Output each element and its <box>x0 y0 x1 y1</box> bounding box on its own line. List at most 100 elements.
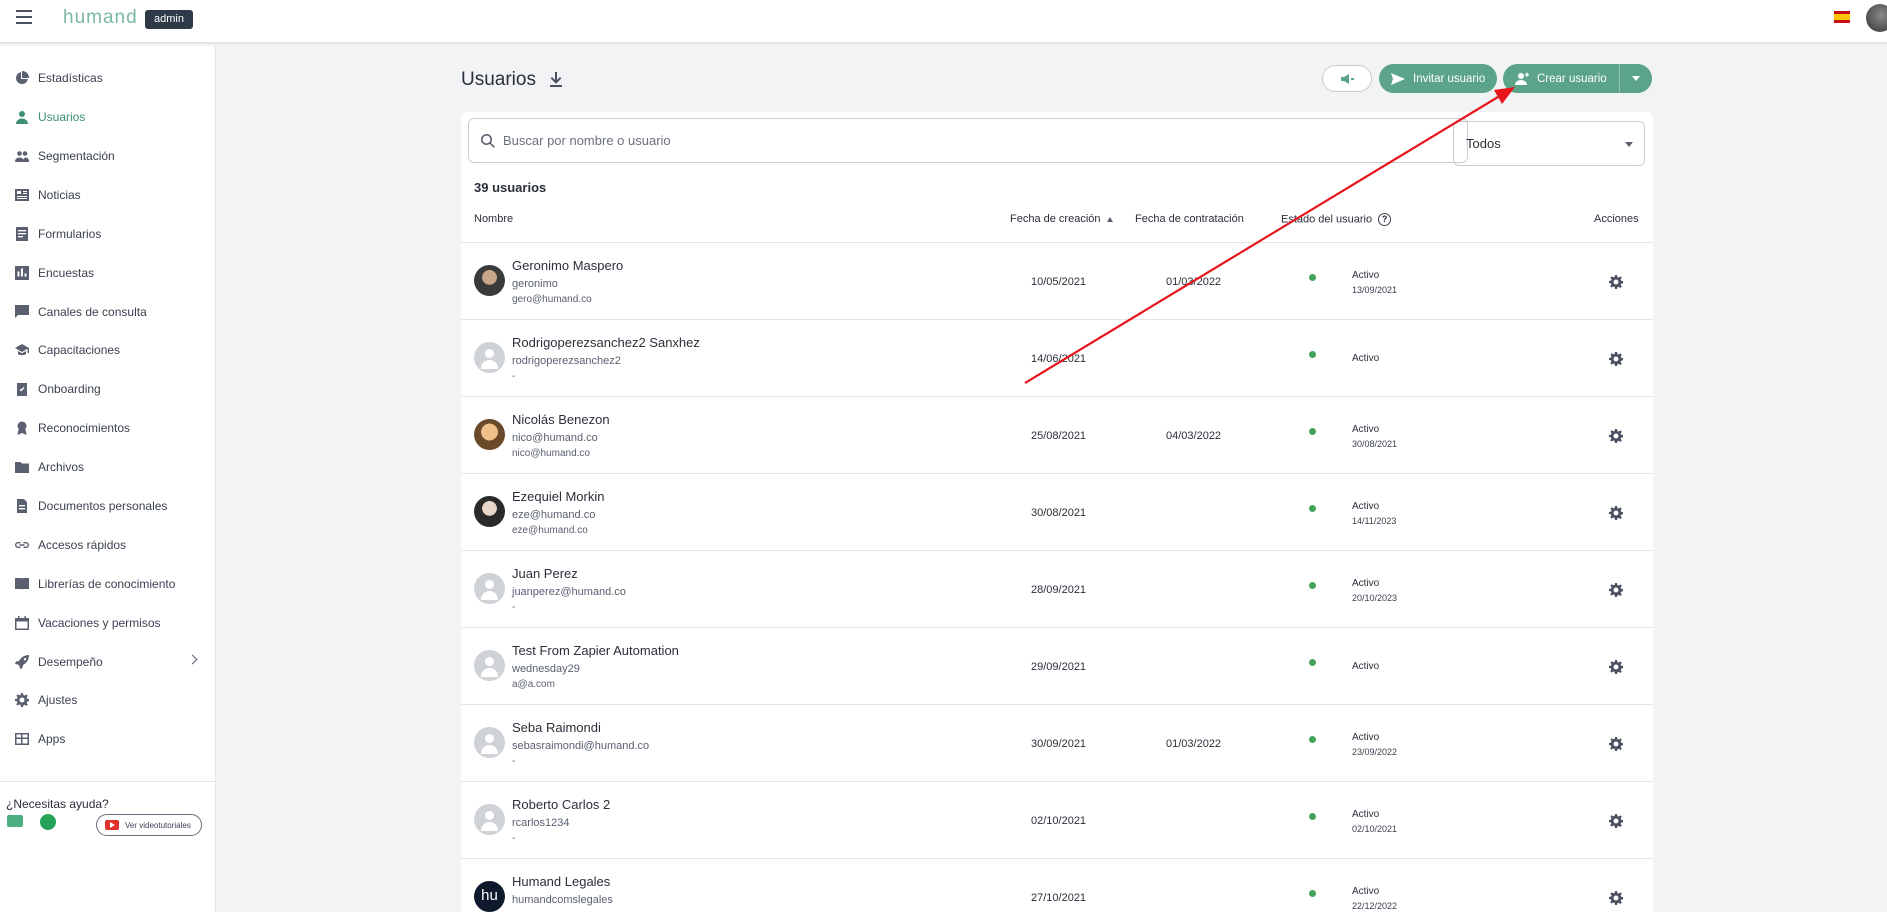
page-title: Usuarios <box>461 69 536 90</box>
help-icon[interactable]: ? <box>1378 213 1392 226</box>
user-username: eze@humand.co <box>512 509 596 521</box>
create-user-button[interactable]: Crear usuario <box>1503 64 1619 93</box>
sidebar-item-label: Librerías de conocimiento <box>38 577 176 591</box>
sidebar-item-label: Noticias <box>38 188 81 202</box>
mail-icon[interactable] <box>7 815 23 827</box>
avatar[interactable] <box>474 650 505 681</box>
avatar[interactable] <box>474 804 505 835</box>
user-email: nico@humand.co <box>512 448 590 459</box>
sidebar-item-capacitaciones[interactable]: Capacitaciones <box>0 335 216 365</box>
user-name[interactable]: Humand Legales <box>512 874 610 889</box>
user-avatar[interactable] <box>1866 4 1887 32</box>
row-settings-gear-icon[interactable] <box>1609 506 1624 520</box>
sidebar-item-segmentacion[interactable]: Segmentación <box>0 141 216 171</box>
spain-flag-icon[interactable] <box>1834 11 1850 23</box>
sidebar-item-label: Accesos rápidos <box>38 538 127 552</box>
creation-date: 28/09/2021 <box>1031 584 1087 596</box>
row-settings-gear-icon[interactable] <box>1609 429 1624 443</box>
sidebar-item-documentos-personales[interactable]: Documentos personales <box>0 491 216 521</box>
video-tutorials-button[interactable]: Ver videotutoriales <box>96 814 202 836</box>
creation-date: 14/06/2021 <box>1031 353 1087 365</box>
column-header-created[interactable]: Fecha de creación <box>1010 213 1113 225</box>
user-name[interactable]: Juan Perez <box>512 566 578 581</box>
sidebar-item-apps[interactable]: Apps <box>0 724 216 754</box>
humand-logo[interactable]: humand <box>63 7 138 29</box>
hamburger-menu-icon[interactable] <box>16 10 32 24</box>
invite-user-label: Invitar usuario <box>1413 72 1486 85</box>
sidebar-item-formularios[interactable]: Formularios <box>0 219 216 249</box>
avatar[interactable] <box>474 496 505 527</box>
sidebar-divider <box>0 781 216 782</box>
avatar[interactable] <box>474 573 505 604</box>
table-row[interactable]: Juan Perez juanperez@humand.co - 28/09/2021… <box>461 550 1653 627</box>
users-card: Todos 39 usuarios Nombre Fecha de creaci… <box>461 112 1653 912</box>
column-header-status[interactable]: Estado del usuario? <box>1281 213 1392 226</box>
download-icon[interactable] <box>549 71 563 87</box>
column-header-name[interactable]: Nombre <box>474 213 513 225</box>
avatar[interactable] <box>474 342 505 373</box>
table-row[interactable]: hu Humand Legales humandcomslegales 27/10/2… <box>461 858 1653 912</box>
hire-date: 01/03/2022 <box>1166 276 1222 288</box>
user-username: humandcomslegales <box>512 894 613 906</box>
sidebar-item-noticias[interactable]: Noticias <box>0 180 216 210</box>
row-settings-gear-icon[interactable] <box>1609 583 1624 597</box>
sidebar-item-label: Canales de consulta <box>38 305 147 319</box>
table-row[interactable]: Test From Zapier Automation wednesday29 a@… <box>461 627 1653 704</box>
row-settings-gear-icon[interactable] <box>1609 275 1624 289</box>
avatar[interactable] <box>474 727 505 758</box>
sidebar-item-canales-de-consulta[interactable]: Canales de consulta <box>0 297 216 327</box>
column-header-created-label: Fecha de creación <box>1010 213 1101 225</box>
table-row[interactable]: Rodrigoperezsanchez2 Sanxhez rodrigoperez… <box>461 319 1653 396</box>
user-username: sebasraimondi@humand.co <box>512 740 650 752</box>
table-row[interactable]: Roberto Carlos 2 rcarlos1234 - 02/10/2021 Ac… <box>461 781 1653 858</box>
user-name[interactable]: Ezequiel Morkin <box>512 489 605 504</box>
row-settings-gear-icon[interactable] <box>1609 352 1624 366</box>
status-filter-select[interactable]: Todos <box>1453 121 1645 166</box>
row-settings-gear-icon[interactable] <box>1609 737 1624 751</box>
row-settings-gear-icon[interactable] <box>1609 891 1624 905</box>
invite-user-button[interactable]: Invitar usuario <box>1379 64 1497 93</box>
user-email: - <box>512 602 516 613</box>
status-date: 13/09/2021 <box>1352 285 1398 295</box>
table-row[interactable]: Geronimo Maspero geronimo gero@humand.co 10… <box>461 242 1653 319</box>
sidebar-item-accesos-rapidos[interactable]: Accesos rápidos <box>0 530 216 560</box>
status-label: Activo <box>1352 501 1380 512</box>
sidebar-item-ajustes[interactable]: Ajustes <box>0 685 216 715</box>
row-settings-gear-icon[interactable] <box>1609 814 1624 828</box>
sidebar-item-estadisticas[interactable]: Estadísticas <box>0 63 216 93</box>
user-name[interactable]: Test From Zapier Automation <box>512 643 679 658</box>
create-user-dropdown-button[interactable] <box>1619 64 1652 93</box>
chevron-right-icon <box>187 654 198 665</box>
row-settings-gear-icon[interactable] <box>1609 660 1624 674</box>
table-row[interactable]: Nicolás Benezon nico@humand.co nico@humand… <box>461 396 1653 473</box>
sidebar-item-librerias-de-conocimiento[interactable]: Librerías de conocimiento <box>0 569 216 599</box>
sidebar-item-desempeno[interactable]: Desempeño <box>0 647 216 677</box>
search-input[interactable] <box>503 133 1403 148</box>
sidebar-item-onboarding[interactable]: Onboarding <box>0 374 216 404</box>
column-header-hired[interactable]: Fecha de contratación <box>1135 213 1244 225</box>
user-name[interactable]: Roberto Carlos 2 <box>512 797 610 812</box>
user-name[interactable]: Nicolás Benezon <box>512 412 610 427</box>
user-name[interactable]: Seba Raimondi <box>512 720 601 735</box>
creation-date: 29/09/2021 <box>1031 661 1087 673</box>
sidebar-item-usuarios[interactable]: Usuarios <box>0 102 216 132</box>
sidebar-item-label: Documentos personales <box>38 499 168 513</box>
announcement-button[interactable] <box>1322 65 1372 92</box>
user-name[interactable]: Rodrigoperezsanchez2 Sanxhez <box>512 335 700 350</box>
whatsapp-icon[interactable] <box>40 814 56 830</box>
sidebar-item-encuestas[interactable]: Encuestas <box>0 258 216 288</box>
table-row[interactable]: Ezequiel Morkin eze@humand.co eze@humand.c… <box>461 473 1653 550</box>
user-email: - <box>512 371 516 382</box>
status-dot <box>1309 890 1316 897</box>
user-name[interactable]: Geronimo Maspero <box>512 258 623 273</box>
avatar[interactable] <box>474 419 505 450</box>
avatar[interactable] <box>474 265 505 296</box>
table-row[interactable]: Seba Raimondi sebasraimondi@humand.co - 30/… <box>461 704 1653 781</box>
sidebar-item-reconocimientos[interactable]: Reconocimientos <box>0 413 216 443</box>
sidebar-item-vacaciones-y-permisos[interactable]: Vacaciones y permisos <box>0 608 216 638</box>
sidebar-item-archivos[interactable]: Archivos <box>0 452 216 482</box>
search-box[interactable] <box>468 118 1468 163</box>
avatar[interactable]: hu <box>474 881 505 912</box>
chat-icon <box>15 305 29 318</box>
video-tutorials-label: Ver videotutoriales <box>125 820 191 830</box>
